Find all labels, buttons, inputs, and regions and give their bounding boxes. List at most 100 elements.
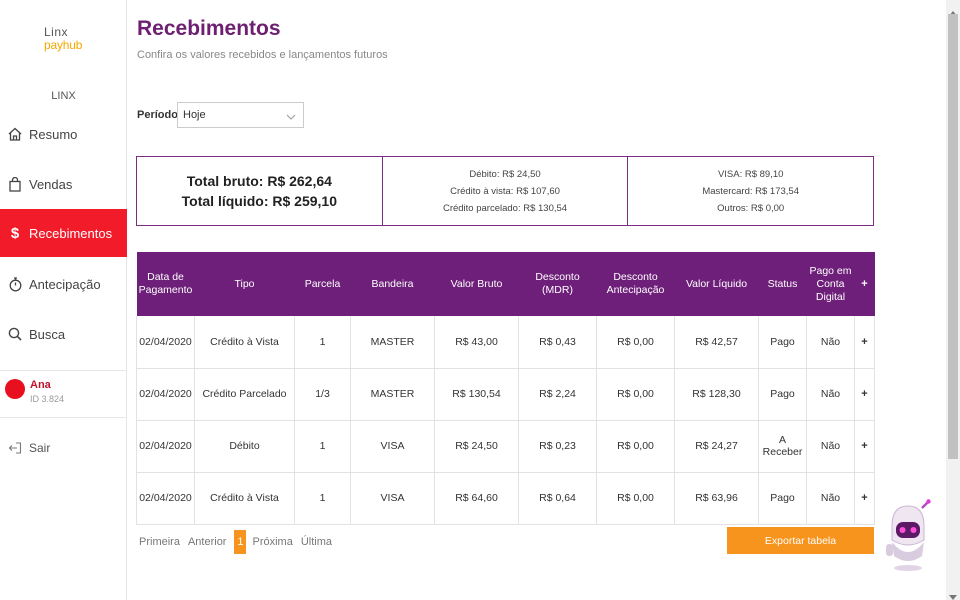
- dollar-icon: $: [10, 224, 20, 242]
- table-cell: R$ 24,27: [674, 420, 759, 473]
- table-cell: R$ 43,00: [434, 316, 519, 369]
- receipts-table: Data de Pagamento Tipo Parcela Bandeira …: [136, 252, 875, 525]
- summary-panel: Total bruto: R$ 262,64 Total líquido: R$…: [136, 156, 874, 226]
- table-cell: R$ 0,00: [596, 420, 675, 473]
- table-cell: 1: [294, 316, 351, 369]
- table-cell: R$ 42,57: [674, 316, 759, 369]
- table-cell: 02/04/2020: [136, 368, 195, 421]
- table-cell: R$ 2,24: [518, 368, 597, 421]
- table-cell: Pago: [758, 472, 807, 525]
- summary-debito: Débito: R$ 24,50: [469, 168, 541, 180]
- sidebar-item-recebimentos[interactable]: $ Recebimentos: [0, 209, 127, 257]
- table-cell: R$ 0,00: [596, 472, 675, 525]
- table-cell: R$ 0,00: [596, 316, 675, 369]
- logout-icon: [8, 440, 22, 456]
- brand-logo-line2: payhub: [44, 38, 83, 52]
- sidebar-item-busca[interactable]: Busca: [0, 310, 127, 358]
- table-cell: R$ 0,23: [518, 420, 597, 473]
- column-header: Valor Bruto: [434, 252, 519, 316]
- sidebar: Linx payhub LINX Resumo Vendas $ Recebim…: [0, 0, 127, 600]
- sidebar-item-vendas[interactable]: Vendas: [0, 160, 127, 208]
- total-bruto: Total bruto: R$ 262,64: [186, 173, 332, 189]
- table-cell: Crédito à Vista: [194, 316, 295, 369]
- sidebar-item-label: Antecipação: [29, 276, 101, 292]
- table-cell: R$ 64,60: [434, 472, 519, 525]
- column-header: Valor Líquido: [674, 252, 759, 316]
- table-row: 02/04/2020 Crédito Parcelado 1/3 MASTER …: [136, 368, 875, 421]
- table-cell: 02/04/2020: [136, 420, 195, 473]
- assistant-bot-icon[interactable]: [878, 498, 938, 573]
- column-header: Tipo: [194, 252, 295, 316]
- expand-row-button[interactable]: +: [854, 420, 875, 473]
- pagination-next[interactable]: Próxima: [252, 536, 292, 548]
- table-cell: 1/3: [294, 368, 351, 421]
- table-cell: Débito: [194, 420, 295, 473]
- expand-row-button[interactable]: +: [854, 472, 875, 525]
- summary-outros: Outros: R$ 0,00: [717, 202, 785, 214]
- table-row: 02/04/2020 Crédito à Vista 1 VISA R$ 64,…: [136, 472, 875, 525]
- table-cell: MASTER: [350, 316, 435, 369]
- expand-row-button[interactable]: +: [854, 316, 875, 369]
- table-cell: Crédito Parcelado: [194, 368, 295, 421]
- pagination-prev[interactable]: Anterior: [188, 536, 227, 548]
- brand-logo: Linx payhub: [44, 26, 82, 52]
- table-cell: MASTER: [350, 368, 435, 421]
- sidebar-item-label: Busca: [29, 326, 66, 342]
- table-cell: VISA: [350, 420, 435, 473]
- sidebar-item-resumo[interactable]: Resumo: [0, 110, 127, 158]
- table-header-row: Data de Pagamento Tipo Parcela Bandeira …: [136, 252, 875, 316]
- table-cell: R$ 128,30: [674, 368, 759, 421]
- pagination-last[interactable]: Última: [301, 536, 332, 548]
- table-cell: R$ 130,54: [434, 368, 519, 421]
- summary-by-type: Débito: R$ 24,50 Crédito à vista: R$ 107…: [383, 157, 629, 225]
- avatar: [5, 379, 25, 399]
- period-select[interactable]: Hoje: [177, 102, 304, 128]
- table-cell: Pago: [758, 316, 807, 369]
- export-table-button[interactable]: Exportar tabela: [727, 527, 874, 554]
- table-row: 02/04/2020 Crédito à Vista 1 MASTER R$ 4…: [136, 316, 875, 369]
- sidebar-item-antecipacao[interactable]: Antecipação: [0, 260, 127, 308]
- table-cell: R$ 63,96: [674, 472, 759, 525]
- summary-credito-parcelado: Crédito parcelado: R$ 130,54: [442, 202, 568, 214]
- expand-row-button[interactable]: +: [854, 368, 875, 421]
- table-cell: R$ 0,43: [518, 316, 597, 369]
- column-header: Desconto (MDR): [518, 252, 597, 316]
- column-header: Bandeira: [350, 252, 435, 316]
- table-cell: R$ 0,64: [518, 472, 597, 525]
- page-scrollbar[interactable]: [946, 0, 960, 600]
- table-cell: Não: [806, 420, 855, 473]
- summary-totals: Total bruto: R$ 262,64 Total líquido: R$…: [137, 157, 383, 225]
- user-id: ID 3.824: [30, 394, 65, 404]
- scrollbar-thumb[interactable]: [948, 14, 958, 459]
- column-header: Pago em Conta Digital: [806, 252, 855, 316]
- table-cell: A Receber: [758, 420, 807, 473]
- table-cell: 1: [294, 420, 351, 473]
- pagination-first[interactable]: Primeira: [139, 536, 180, 548]
- period-label: Período: [137, 109, 178, 121]
- logout-button[interactable]: Sair: [0, 424, 127, 472]
- table-cell: R$ 24,50: [434, 420, 519, 473]
- page-subtitle: Confira os valores recebidos e lançament…: [137, 49, 388, 61]
- summary-by-brand: VISA: R$ 89,10 Mastercard: R$ 173,54 Out…: [628, 157, 873, 225]
- user-name: Ana: [30, 379, 51, 391]
- stopwatch-icon: [8, 276, 22, 292]
- table-cell: 1: [294, 472, 351, 525]
- table-cell: R$ 0,00: [596, 368, 675, 421]
- sidebar-item-label: Recebimentos: [29, 225, 113, 241]
- page-title: Recebimentos: [137, 17, 281, 40]
- table-cell: 02/04/2020: [136, 316, 195, 369]
- table-cell: Não: [806, 368, 855, 421]
- table-cell: Pago: [758, 368, 807, 421]
- column-header: Parcela: [294, 252, 351, 316]
- summary-mastercard: Mastercard: R$ 173,54: [702, 185, 799, 197]
- user-profile[interactable]: Ana ID 3.824: [0, 370, 127, 418]
- table-cell: VISA: [350, 472, 435, 525]
- sidebar-item-label: Vendas: [29, 176, 73, 192]
- company-name: LINX: [51, 90, 76, 102]
- expand-all-button[interactable]: +: [854, 252, 875, 316]
- scroll-down-arrow-icon[interactable]: [949, 588, 957, 600]
- table-cell: Crédito à Vista: [194, 472, 295, 525]
- table-cell: Não: [806, 316, 855, 369]
- pagination-current-page[interactable]: 1: [234, 530, 247, 554]
- chevron-down-icon: [286, 111, 296, 123]
